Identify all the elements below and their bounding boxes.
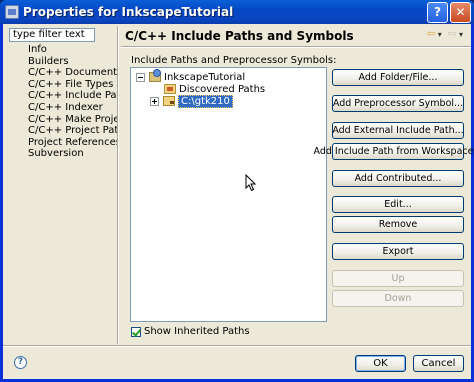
nav-item-label: Subversion: [28, 148, 84, 160]
project-icon: [149, 69, 161, 82]
nav-item-label: C/C++ File Types: [28, 78, 114, 90]
add-folder-file-button[interactable]: Add Folder/File...: [332, 69, 464, 86]
down-button[interactable]: Down: [332, 290, 464, 307]
add-preprocessor-symbol-button[interactable]: Add Preprocessor Symbol...: [332, 95, 464, 112]
nav-item-label: C/C++ Indexer: [28, 101, 103, 113]
pane-splitter[interactable]: [117, 26, 119, 344]
window-title: Properties for InkscapeTutorial: [23, 5, 234, 19]
nav-item-label: C/C++ Include Paths and: [28, 90, 117, 102]
include-paths-label: Include Paths and Preprocessor Symbols:: [131, 55, 337, 66]
property-page-list: Info Builders C/C++ Documentation C/C++ …: [7, 44, 117, 344]
help-icon[interactable]: ?: [14, 356, 27, 369]
nav-item-cpp-documentation[interactable]: C/C++ Documentation: [7, 67, 117, 79]
add-include-path-from-workspace-button[interactable]: Add Include Path from Workspace...: [314, 143, 474, 160]
title-close-button[interactable]: ✕: [450, 1, 471, 23]
include-paths-tree[interactable]: InkscapeTutorial Discovered Paths C:\gtk…: [130, 67, 327, 322]
tree-row-project[interactable]: InkscapeTutorial: [136, 69, 246, 83]
nav-item-label: C/C++ Documentation: [28, 67, 117, 79]
nav-item-cpp-project-paths[interactable]: C/C++ Project Paths: [7, 125, 117, 137]
filter-input[interactable]: type filter text: [9, 28, 95, 42]
properties-dialog: Properties for InkscapeTutorial ? ✕ type…: [0, 0, 474, 382]
nav-item-label: Project References: [28, 136, 117, 148]
edit-button[interactable]: Edit...: [332, 196, 464, 213]
folder-icon: [163, 96, 175, 106]
add-external-include-path-button[interactable]: Add External Include Path...: [332, 122, 464, 139]
add-contributed-button[interactable]: Add Contributed...: [332, 170, 464, 187]
forward-menu-icon[interactable]: ▾: [459, 30, 463, 39]
nav-item-label: Builders: [28, 55, 69, 67]
nav-item-cpp-make-project[interactable]: C/C++ Make Project: [7, 114, 117, 126]
nav-item-info[interactable]: Info: [7, 44, 117, 56]
checkbox-checked-icon[interactable]: [131, 326, 141, 337]
nav-item-cpp-file-types[interactable]: C/C++ File Types: [7, 79, 117, 91]
show-inherited-paths-label: Show Inherited Paths: [144, 326, 250, 337]
up-button[interactable]: Up: [332, 270, 464, 287]
discovered-paths-icon: [164, 84, 176, 94]
window-icon: [5, 5, 19, 19]
expand-icon[interactable]: [150, 96, 159, 106]
page-title: C/C++ Include Paths and Symbols: [125, 29, 354, 43]
nav-item-builders[interactable]: Builders: [7, 56, 117, 68]
mouse-pointer-icon: [245, 174, 257, 192]
nav-item-label: C/C++ Make Project: [28, 113, 117, 125]
tree-label: Discovered Paths: [179, 83, 266, 95]
forward-arrow-icon[interactable]: ⇨: [448, 28, 457, 40]
tree-row-include-path[interactable]: C:\gtk210: [150, 94, 233, 108]
show-inherited-paths-checkbox[interactable]: Show Inherited Paths: [131, 326, 250, 337]
cancel-button[interactable]: Cancel: [413, 355, 464, 372]
title-bar[interactable]: Properties for InkscapeTutorial ? ✕: [0, 0, 474, 24]
tree-label: C:\gtk210: [178, 94, 233, 108]
nav-item-subversion[interactable]: Subversion: [7, 148, 117, 160]
header-separator: [121, 46, 471, 48]
nav-item-label: C/C++ Project Paths: [28, 125, 117, 137]
nav-item-cpp-indexer[interactable]: C/C++ Indexer: [7, 102, 117, 114]
tree-label: InkscapeTutorial: [164, 71, 246, 83]
tree-row-discovered-paths[interactable]: Discovered Paths: [164, 83, 265, 95]
nav-item-label: Info: [28, 44, 47, 55]
ok-button[interactable]: OK: [355, 355, 406, 372]
history-navigation: ⇦ ▾ ⇨ ▾: [427, 28, 463, 40]
nav-item-cpp-include-paths[interactable]: C/C++ Include Paths and: [7, 90, 117, 102]
remove-button[interactable]: Remove: [332, 216, 464, 233]
title-help-button[interactable]: ?: [427, 1, 448, 23]
history-menu-icon[interactable]: ▾: [438, 30, 442, 39]
export-button[interactable]: Export: [332, 243, 464, 260]
back-arrow-icon[interactable]: ⇦: [427, 28, 436, 40]
collapse-icon[interactable]: [136, 72, 145, 82]
nav-item-project-references[interactable]: Project References: [7, 137, 117, 149]
footer-separator: [3, 345, 471, 347]
